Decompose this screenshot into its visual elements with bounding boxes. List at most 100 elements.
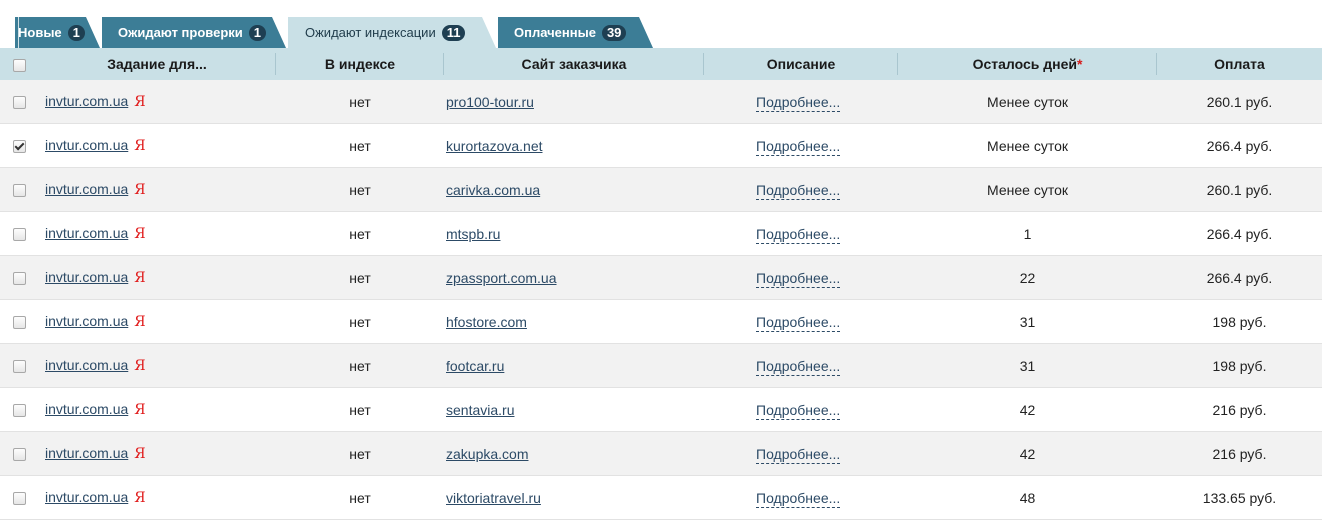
row-checkbox[interactable] xyxy=(12,448,26,462)
in-index-cell: нет xyxy=(276,475,444,520)
in-index-cell: нет xyxy=(276,431,444,476)
task-site-link[interactable]: invtur.com.ua xyxy=(45,313,128,329)
client-site-link[interactable]: carivka.com.ua xyxy=(446,182,540,198)
days-left-cell: 42 xyxy=(898,431,1157,476)
details-link[interactable]: Подробнее... xyxy=(756,181,841,200)
row-select-cell xyxy=(0,475,38,520)
table-header-row: Задание для... В индексе Сайт заказчика … xyxy=(0,48,1322,80)
yandex-icon: Я xyxy=(134,138,146,154)
column-header-days-left[interactable]: Осталось дней* xyxy=(898,48,1157,80)
client-site-link[interactable]: mtspb.ru xyxy=(446,226,500,242)
description-cell: Подробнее... xyxy=(704,299,898,344)
tab-divider xyxy=(18,17,19,48)
payment-cell: 260.1 руб. xyxy=(1157,167,1322,212)
client-site-link[interactable]: pro100-tour.ru xyxy=(446,94,534,110)
details-link[interactable]: Подробнее... xyxy=(756,313,841,332)
client-site-link[interactable]: viktoriatravel.ru xyxy=(446,490,541,506)
details-link[interactable]: Подробнее... xyxy=(756,269,841,288)
task-cell: invtur.com.ua Я xyxy=(38,299,276,344)
details-link[interactable]: Подробнее... xyxy=(756,93,841,112)
client-site-cell: zpassport.com.ua xyxy=(444,255,704,300)
days-left-cell: 48 xyxy=(898,475,1157,520)
column-header-in-index[interactable]: В индексе xyxy=(276,48,444,80)
client-site-cell: viktoriatravel.ru xyxy=(444,475,704,520)
tab-paid[interactable]: Оплаченные 39 xyxy=(498,17,653,48)
header-select-all xyxy=(0,48,38,80)
client-site-link[interactable]: zpassport.com.ua xyxy=(446,270,557,286)
yandex-icon: Я xyxy=(134,446,146,462)
days-left-label: Осталось дней xyxy=(972,56,1077,72)
client-site-cell: sentavia.ru xyxy=(444,387,704,432)
tab-count-badge: 11 xyxy=(442,25,466,41)
status-tabs: Новые 1 Ожидают проверки 1 Ожидают индек… xyxy=(0,0,1322,48)
payment-cell: 133.65 руб. xyxy=(1157,475,1322,520)
days-left-cell: Менее суток xyxy=(898,167,1157,212)
tab-awaiting-indexing[interactable]: Ожидают индексации 11 xyxy=(288,17,496,48)
row-checkbox[interactable] xyxy=(12,492,26,506)
required-asterisk: * xyxy=(1076,56,1083,72)
payment-cell: 216 руб. xyxy=(1157,387,1322,432)
column-header-client-site[interactable]: Сайт заказчика xyxy=(444,48,704,80)
client-site-cell: kurortazova.net xyxy=(444,123,704,168)
days-left-cell: 31 xyxy=(898,343,1157,388)
yandex-icon: Я xyxy=(134,314,146,330)
details-link[interactable]: Подробнее... xyxy=(756,137,841,156)
tab-label: Оплаченные xyxy=(514,25,596,40)
client-site-link[interactable]: zakupka.com xyxy=(446,446,528,462)
select-all-checkbox[interactable] xyxy=(12,58,26,72)
row-checkbox[interactable] xyxy=(12,360,26,374)
tab-awaiting-review[interactable]: Ожидают проверки 1 xyxy=(102,17,286,48)
details-link[interactable]: Подробнее... xyxy=(756,489,841,508)
task-site-link[interactable]: invtur.com.ua xyxy=(45,269,128,285)
row-checkbox[interactable] xyxy=(12,96,26,110)
client-site-link[interactable]: hfostore.com xyxy=(446,314,527,330)
column-header-payment[interactable]: Оплата xyxy=(1157,48,1322,80)
in-index-cell: нет xyxy=(276,123,444,168)
task-site-link[interactable]: invtur.com.ua xyxy=(45,489,128,505)
in-index-cell: нет xyxy=(276,80,444,124)
payment-cell: 266.4 руб. xyxy=(1157,123,1322,168)
row-checkbox[interactable] xyxy=(12,140,26,154)
table-row: invtur.com.ua Янет mtspb.ru Подробнее... 1 26… xyxy=(0,211,1322,256)
column-header-description[interactable]: Описание xyxy=(704,48,898,80)
client-site-link[interactable]: footcar.ru xyxy=(446,358,504,374)
client-site-link[interactable]: kurortazova.net xyxy=(446,138,543,154)
column-header-task[interactable]: Задание для... xyxy=(38,48,276,80)
client-site-link[interactable]: sentavia.ru xyxy=(446,402,514,418)
row-select-cell xyxy=(0,431,38,476)
row-checkbox[interactable] xyxy=(12,228,26,242)
task-site-link[interactable]: invtur.com.ua xyxy=(45,181,128,197)
description-cell: Подробнее... xyxy=(704,431,898,476)
details-link[interactable]: Подробнее... xyxy=(756,357,841,376)
row-select-cell xyxy=(0,343,38,388)
description-cell: Подробнее... xyxy=(704,387,898,432)
yandex-icon: Я xyxy=(134,182,146,198)
task-cell: invtur.com.ua Я xyxy=(38,123,276,168)
row-checkbox[interactable] xyxy=(12,272,26,286)
task-site-link[interactable]: invtur.com.ua xyxy=(45,401,128,417)
row-select-cell xyxy=(0,255,38,300)
task-site-link[interactable]: invtur.com.ua xyxy=(45,137,128,153)
task-cell: invtur.com.ua Я xyxy=(38,80,276,124)
task-site-link[interactable]: invtur.com.ua xyxy=(45,445,128,461)
row-checkbox[interactable] xyxy=(12,184,26,198)
description-cell: Подробнее... xyxy=(704,211,898,256)
row-checkbox[interactable] xyxy=(12,316,26,330)
payment-cell: 198 руб. xyxy=(1157,343,1322,388)
row-checkbox[interactable] xyxy=(12,404,26,418)
yandex-icon: Я xyxy=(134,490,146,506)
tasks-table: Задание для... В индексе Сайт заказчика … xyxy=(0,48,1322,520)
task-site-link[interactable]: invtur.com.ua xyxy=(45,93,128,109)
details-link[interactable]: Подробнее... xyxy=(756,225,841,244)
task-cell: invtur.com.ua Я xyxy=(38,343,276,388)
details-link[interactable]: Подробнее... xyxy=(756,445,841,464)
row-select-cell xyxy=(0,123,38,168)
details-link[interactable]: Подробнее... xyxy=(756,401,841,420)
table-row: invtur.com.ua Янет pro100-tour.ru Подробнее… xyxy=(0,80,1322,124)
table-row: invtur.com.ua Янет zakupka.com Подробнее...… xyxy=(0,431,1322,476)
tab-new[interactable]: Новые 1 xyxy=(15,17,100,48)
task-site-link[interactable]: invtur.com.ua xyxy=(45,357,128,373)
task-site-link[interactable]: invtur.com.ua xyxy=(45,225,128,241)
client-site-cell: pro100-tour.ru xyxy=(444,80,704,124)
task-cell: invtur.com.ua Я xyxy=(38,211,276,256)
